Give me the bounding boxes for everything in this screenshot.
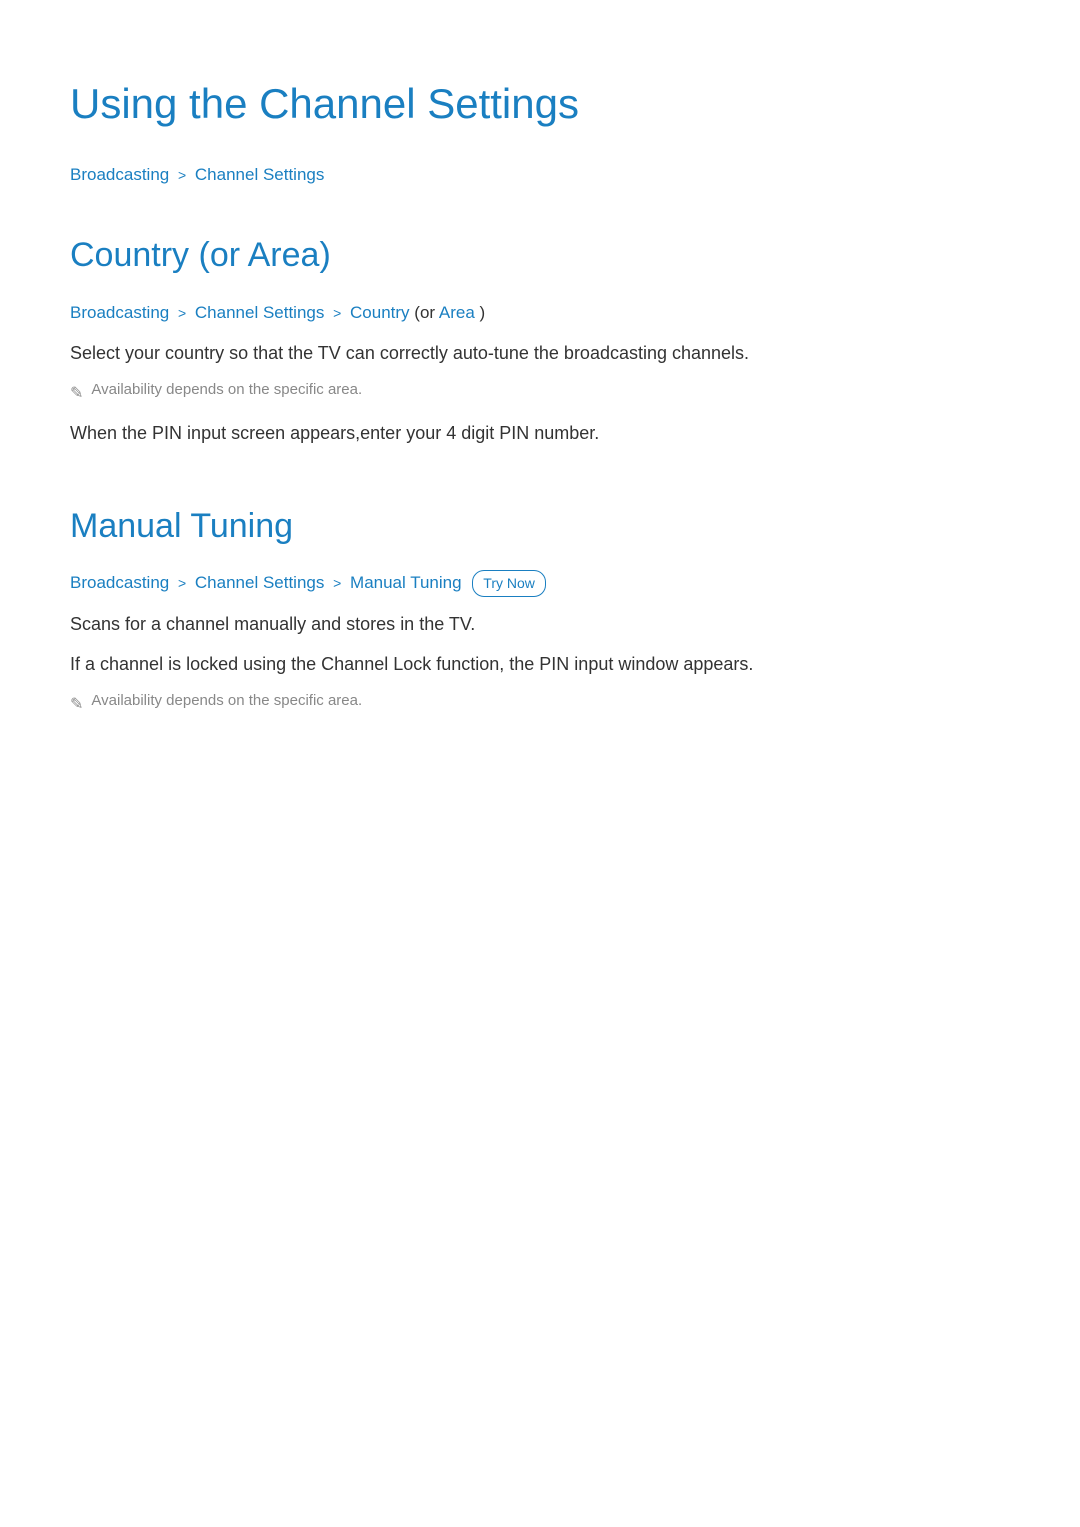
country-breadcrumb-plain2: ) [480, 303, 486, 322]
manual-tuning-breadcrumb: Broadcasting > Channel Settings > Manual… [70, 569, 1010, 597]
breadcrumb-channel-settings-link[interactable]: Channel Settings [195, 165, 324, 184]
breadcrumb-broadcasting-link[interactable]: Broadcasting [70, 165, 169, 184]
manual-tuning-body1: Scans for a channel manually and stores … [70, 609, 1010, 640]
country-breadcrumb-sep2: > [333, 305, 341, 321]
section-manual-tuning: Manual Tuning Broadcasting > Channel Set… [70, 499, 1010, 718]
country-breadcrumb-country[interactable]: Country [350, 303, 410, 322]
manual-tuning-note-block: ✎ Availability depends on the specific a… [70, 690, 1010, 718]
country-breadcrumb-plain: (or [414, 303, 439, 322]
country-body2: When the PIN input screen appears,enter … [70, 418, 1010, 449]
country-breadcrumb-channel-settings[interactable]: Channel Settings [195, 303, 324, 322]
pencil-icon-2: ✎ [70, 692, 83, 718]
manual-tuning-note-text: Availability depends on the specific are… [91, 690, 362, 713]
breadcrumb-separator-1: > [178, 167, 186, 183]
manual-tuning-body2: If a channel is locked using the Channel… [70, 649, 1010, 680]
country-breadcrumb: Broadcasting > Channel Settings > Countr… [70, 299, 1010, 326]
section-manual-tuning-title: Manual Tuning [70, 499, 1010, 553]
top-breadcrumb: Broadcasting > Channel Settings [70, 161, 1010, 188]
pencil-icon: ✎ [70, 381, 83, 407]
country-breadcrumb-area[interactable]: Area [439, 303, 475, 322]
country-breadcrumb-sep1: > [178, 305, 186, 321]
try-now-badge[interactable]: Try Now [472, 570, 546, 596]
page-title: Using the Channel Settings [70, 70, 1010, 137]
manual-breadcrumb-manual-tuning[interactable]: Manual Tuning [350, 573, 462, 592]
country-note-text: Availability depends on the specific are… [91, 379, 362, 402]
section-country-title: Country (or Area) [70, 228, 1010, 282]
country-note-block: ✎ Availability depends on the specific a… [70, 379, 1010, 407]
section-country: Country (or Area) Broadcasting > Channel… [70, 228, 1010, 448]
manual-breadcrumb-sep2: > [333, 575, 341, 591]
country-body1: Select your country so that the TV can c… [70, 338, 1010, 369]
manual-breadcrumb-sep1: > [178, 575, 186, 591]
country-breadcrumb-broadcasting[interactable]: Broadcasting [70, 303, 169, 322]
manual-breadcrumb-channel-settings[interactable]: Channel Settings [195, 573, 324, 592]
manual-breadcrumb-broadcasting[interactable]: Broadcasting [70, 573, 169, 592]
